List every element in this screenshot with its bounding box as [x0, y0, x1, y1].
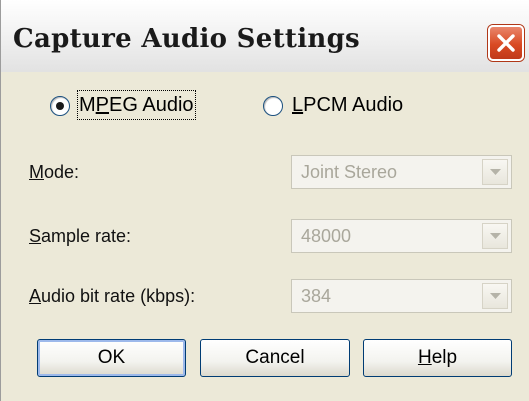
audio-bit-rate-value: 384 [301, 286, 332, 306]
chevron-down-icon [490, 293, 501, 299]
close-x-icon [497, 34, 515, 52]
radio-mpeg-audio[interactable]: MPEG Audio [50, 90, 210, 120]
radio-selected-dot [56, 102, 64, 110]
close-button[interactable] [488, 25, 524, 61]
ok-button[interactable]: OK [37, 339, 186, 377]
mode-dropdown-button[interactable] [482, 159, 508, 185]
radio-lpcm-audio[interactable]: LPCM Audio [263, 92, 423, 118]
dialog-title: Capture Audio Settings [13, 24, 360, 54]
audio-bit-rate-select[interactable]: 384 [291, 279, 512, 313]
mode-label: Mode: [29, 162, 80, 182]
mode-value: Joint Stereo [301, 162, 398, 182]
sample-rate-dropdown-button[interactable] [482, 223, 508, 249]
sample-rate-value: 48000 [301, 226, 352, 246]
radio-mpeg-audio-label[interactable]: MPEG Audio [77, 90, 196, 120]
chevron-down-icon [490, 169, 501, 175]
radio-circle[interactable] [263, 96, 283, 116]
chevron-down-icon [490, 233, 501, 239]
help-button[interactable]: Help [363, 339, 512, 377]
radio-lpcm-audio-label[interactable]: LPCM Audio [292, 92, 403, 118]
radio-circle[interactable] [50, 96, 70, 116]
mode-select[interactable]: Joint Stereo [291, 155, 512, 189]
title-bar[interactable]: Capture Audio Settings [1, 0, 529, 72]
audio-bit-rate-label: Audio bit rate (kbps): [29, 286, 196, 306]
sample-rate-label: Sample rate: [29, 226, 132, 246]
capture-audio-settings-dialog: Capture Audio Settings MPEG Audio LPCM A… [0, 0, 529, 401]
audio-bit-rate-dropdown-button[interactable] [482, 283, 508, 309]
cancel-button[interactable]: Cancel [200, 339, 350, 377]
sample-rate-select[interactable]: 48000 [291, 219, 512, 253]
